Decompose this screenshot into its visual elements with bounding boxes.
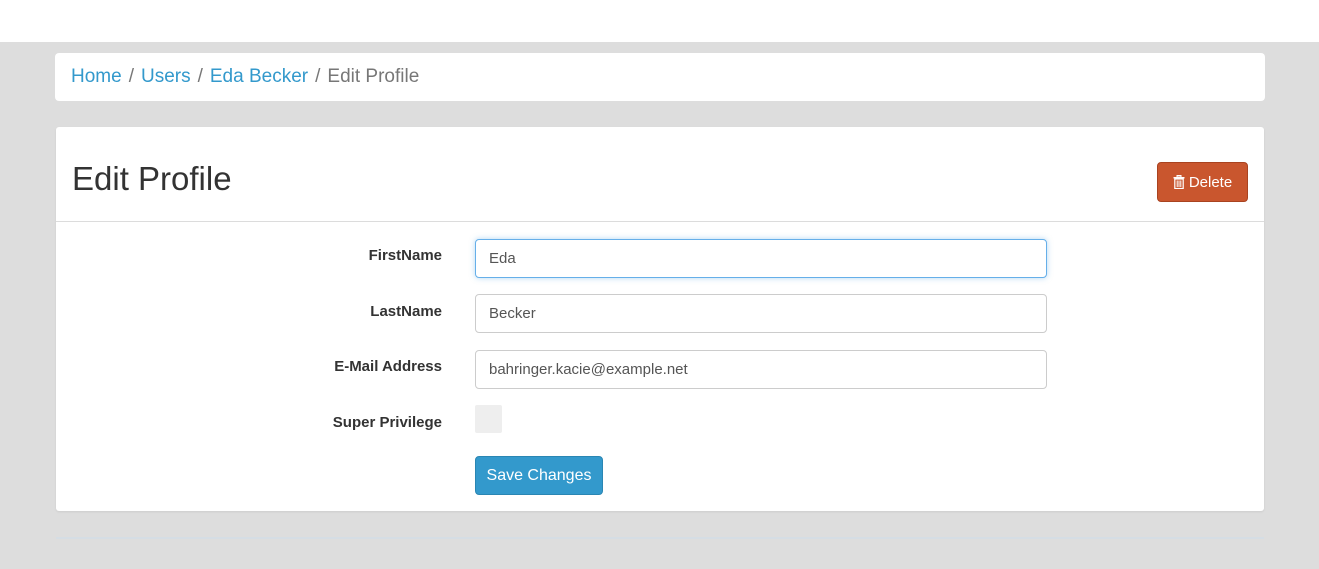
email-label: E-Mail Address (334, 358, 442, 375)
save-changes-button[interactable]: Save Changes (475, 456, 603, 495)
breadcrumb-separator: / (197, 66, 203, 87)
breadcrumb-separator: / (315, 66, 321, 87)
delete-button[interactable]: Delete (1157, 162, 1248, 202)
breadcrumb-current: Edit Profile (327, 66, 420, 87)
breadcrumb-users-link[interactable]: Users (141, 66, 191, 88)
breadcrumb-user-link[interactable]: Eda Becker (210, 66, 308, 88)
first-name-field[interactable] (475, 239, 1047, 278)
panel-header: Edit Profile Delete (56, 127, 1264, 222)
delete-button-label: Delete (1188, 173, 1233, 191)
divider (56, 537, 1264, 539)
super-privilege-label: Super Privilege (332, 414, 442, 431)
breadcrumb: Home / Users / Eda Becker / Edit Profile (55, 53, 1265, 101)
first-name-label: FirstName (368, 247, 442, 264)
last-name-field[interactable] (475, 294, 1047, 333)
edit-profile-panel: Edit Profile Delete FirstName LastName E… (56, 127, 1264, 511)
trash-icon (1173, 175, 1185, 190)
super-privilege-checkbox[interactable] (475, 405, 502, 433)
breadcrumb-separator: / (128, 66, 134, 87)
top-navbar (0, 0, 1319, 42)
last-name-label: LastName (370, 303, 442, 320)
page-title: Edit Profile (72, 160, 232, 197)
breadcrumb-home-link[interactable]: Home (71, 66, 122, 88)
email-field[interactable] (475, 350, 1047, 389)
